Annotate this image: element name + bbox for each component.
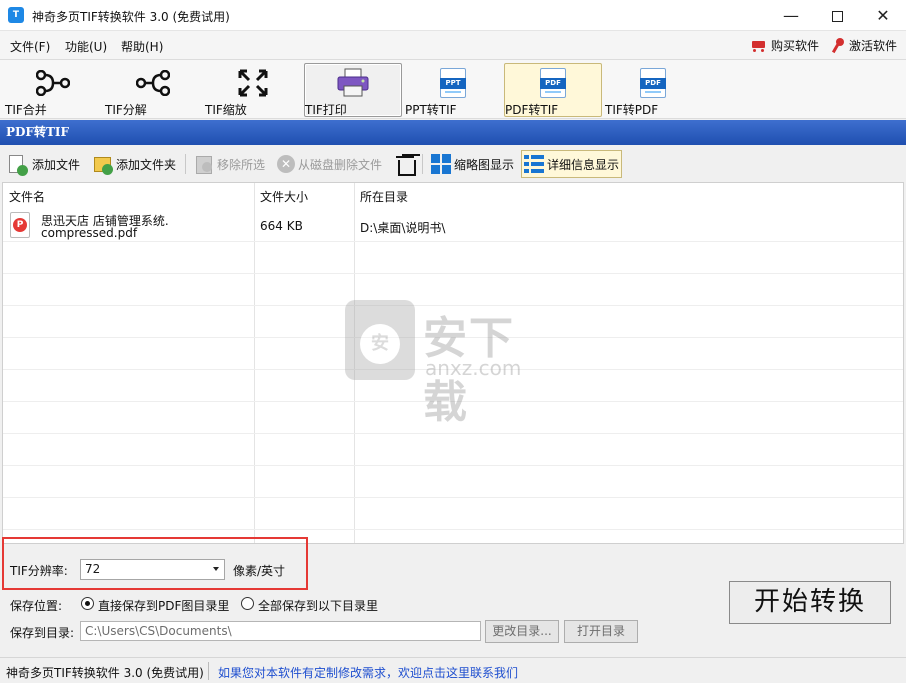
tab-tif-merge[interactable]: TIF合并 xyxy=(4,63,102,117)
remove-selected-button[interactable]: 移除所选 xyxy=(191,150,268,178)
toolbar-divider xyxy=(422,154,423,174)
pdf-doc-icon: PDF xyxy=(540,68,566,98)
status-text: 神奇多页TIF转换软件 3.0 (免费试用) xyxy=(6,666,204,680)
clear-list-button[interactable] xyxy=(392,150,418,178)
save-to-label: 保存到目录: xyxy=(10,626,75,640)
section-title: PDF转TIF xyxy=(0,120,906,145)
watermark-bag-icon xyxy=(345,300,415,380)
dpi-unit: 像素/英寸 xyxy=(233,564,286,578)
menu-bar: 文件(F) 功能(U) 帮助(H) 购买软件 激活软件 xyxy=(0,31,906,59)
dpi-select[interactable]: 72 xyxy=(80,559,225,580)
tab-label: TIF合并 xyxy=(5,103,47,117)
contact-link[interactable]: 如果您对本软件有定制修改需求，欢迎点击这里联系我们 xyxy=(218,664,518,681)
window-title: 神奇多页TIF转换软件 3.0 (免费试用) xyxy=(32,10,230,24)
pdf-doc-icon: PDF xyxy=(640,68,666,98)
add-file-label: 添加文件 xyxy=(32,157,81,172)
save-path-input[interactable]: C:\Users\CS\Documents\ xyxy=(80,621,481,641)
tab-label: PPT转TIF xyxy=(405,103,457,117)
pdf-file-icon xyxy=(10,212,30,238)
resize-icon xyxy=(205,67,301,99)
tab-ppt-to-tif[interactable]: PPT PPT转TIF xyxy=(404,63,502,117)
ppt-doc-icon: PPT xyxy=(440,68,466,98)
settings-panel: TIF分辨率: 72 像素/英寸 保存位置: 直接保存到PDF图目录里 全部保存… xyxy=(0,537,906,657)
option-custom-dir-label[interactable]: 全部保存到以下目录里 xyxy=(258,597,378,614)
dpi-value: 72 xyxy=(85,562,101,576)
printer-icon xyxy=(305,67,401,99)
tab-label: TIF分解 xyxy=(105,103,147,117)
column-divider xyxy=(254,183,255,543)
change-dir-button[interactable]: 更改目录... xyxy=(485,620,559,643)
remove-icon xyxy=(194,154,214,174)
column-header-name[interactable]: 文件名 xyxy=(3,183,45,209)
cart-icon xyxy=(750,39,768,53)
status-divider xyxy=(208,662,209,680)
file-toolbar: 添加文件 添加文件夹 移除所选 ✕ 从磁盘删除文件 缩略图显示 详细信息显示 xyxy=(0,146,906,182)
thumbnail-view-button[interactable]: 缩略图显示 xyxy=(428,150,517,178)
tab-tif-print[interactable]: TIF打印 xyxy=(304,63,402,117)
grid-icon xyxy=(431,154,451,174)
delete-icon: ✕ xyxy=(277,155,295,173)
title-bar: T 神奇多页TIF转换软件 3.0 (免费试用) — ✕ xyxy=(0,0,906,31)
add-file-icon xyxy=(9,155,28,176)
menu-file[interactable]: 文件(F) xyxy=(10,38,50,55)
trash-icon xyxy=(395,154,416,176)
detail-view-button[interactable]: 详细信息显示 xyxy=(521,150,623,178)
key-icon xyxy=(832,37,846,54)
watermark-domain: anxz.com xyxy=(425,356,522,380)
tab-label: TIF转PDF xyxy=(605,103,659,117)
menu-help[interactable]: 帮助(H) xyxy=(121,38,163,55)
save-location-label: 保存位置: xyxy=(10,599,63,613)
add-file-button[interactable]: 添加文件 xyxy=(6,150,83,178)
buy-software-label: 购买软件 xyxy=(771,39,820,53)
column-header-dir[interactable]: 所在目录 xyxy=(354,183,408,209)
add-folder-button[interactable]: 添加文件夹 xyxy=(90,150,179,178)
file-directory: D:\桌面\说明书\ xyxy=(360,221,446,235)
add-folder-icon xyxy=(93,154,113,175)
radio-same-dir[interactable] xyxy=(81,597,94,610)
activate-software-link[interactable]: 激活软件 xyxy=(832,37,897,54)
list-icon xyxy=(524,154,544,174)
file-size: 664 KB xyxy=(260,219,303,233)
app-logo-icon: T xyxy=(8,7,24,23)
detail-view-label: 详细信息显示 xyxy=(547,157,620,172)
minimize-button[interactable]: — xyxy=(768,0,814,31)
tab-label: TIF缩放 xyxy=(205,103,247,117)
maximize-icon xyxy=(831,11,843,22)
tab-tif-to-pdf[interactable]: PDF TIF转PDF xyxy=(604,63,702,117)
radio-custom-dir[interactable] xyxy=(241,597,254,610)
chevron-down-icon xyxy=(213,567,219,571)
close-button[interactable]: ✕ xyxy=(860,0,906,31)
merge-icon xyxy=(5,67,101,99)
activate-software-label: 激活软件 xyxy=(849,39,898,53)
buy-software-link[interactable]: 购买软件 xyxy=(750,37,819,54)
tab-tif-resize[interactable]: TIF缩放 xyxy=(204,63,302,117)
start-convert-button[interactable]: 开始转换 xyxy=(729,581,891,624)
option-same-dir-label[interactable]: 直接保存到PDF图目录里 xyxy=(98,597,229,614)
delete-from-disk-label: 从磁盘删除文件 xyxy=(298,157,383,172)
main-toolbar: TIF合并 TIF分解 TIF缩放 TIF打印 PPT PPT转TIF PDF … xyxy=(0,59,906,119)
file-name-line2: compressed.pdf xyxy=(41,226,138,240)
thumbnail-view-label: 缩略图显示 xyxy=(454,157,515,172)
tab-pdf-to-tif[interactable]: PDF PDF转TIF xyxy=(504,63,602,117)
delete-from-disk-button[interactable]: ✕ 从磁盘删除文件 xyxy=(274,150,385,178)
tab-label: TIF打印 xyxy=(305,103,347,117)
dpi-label: TIF分辨率: xyxy=(10,564,68,578)
toolbar-divider xyxy=(185,154,186,174)
tab-label: PDF转TIF xyxy=(505,103,559,117)
tab-tif-split[interactable]: TIF分解 xyxy=(104,63,202,117)
split-icon xyxy=(105,67,201,99)
status-bar: 神奇多页TIF转换软件 3.0 (免费试用) 如果您对本软件有定制修改需求，欢迎… xyxy=(0,657,906,683)
column-header-size[interactable]: 文件大小 xyxy=(254,183,308,209)
add-folder-label: 添加文件夹 xyxy=(116,157,177,172)
maximize-button[interactable] xyxy=(814,0,860,31)
open-dir-button[interactable]: 打开目录 xyxy=(564,620,638,643)
watermark: 安下载 anxz.com xyxy=(345,300,560,428)
remove-selected-label: 移除所选 xyxy=(217,157,266,172)
menu-function[interactable]: 功能(U) xyxy=(65,38,107,55)
